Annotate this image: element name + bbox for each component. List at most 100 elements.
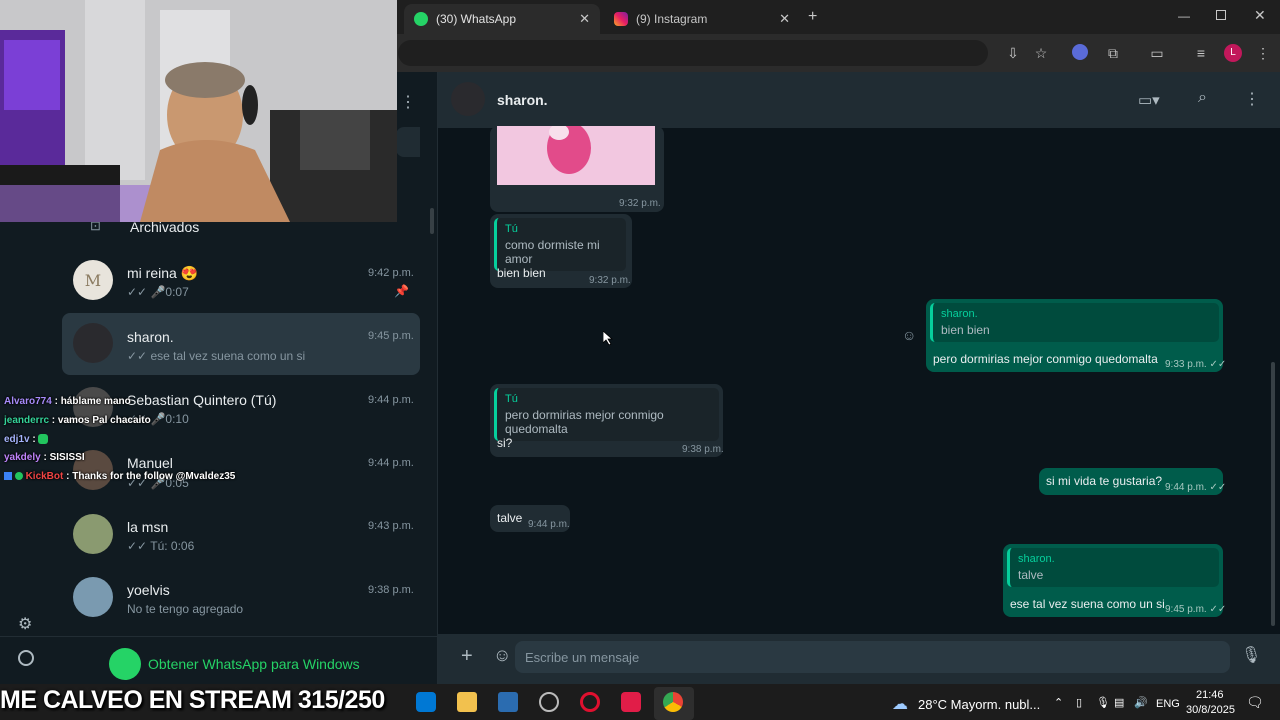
close-tab-icon[interactable]: ✕ bbox=[779, 11, 790, 27]
chat-name: yoelvis bbox=[127, 582, 170, 598]
scrollbar[interactable] bbox=[430, 208, 434, 234]
chat-time: 9:45 p.m. bbox=[368, 330, 414, 342]
new-tab-button[interactable]: + bbox=[808, 8, 817, 26]
maximize-icon[interactable] bbox=[1216, 10, 1226, 20]
chat-name: mi reina 😍 bbox=[127, 265, 199, 281]
weather-text[interactable]: 28°C Mayorm. nubl... bbox=[918, 697, 1040, 712]
extension-icon[interactable] bbox=[1072, 44, 1088, 60]
microphone-icon[interactable]: 🎙 bbox=[1241, 645, 1261, 665]
message-input[interactable]: Escribe un mensaje bbox=[515, 641, 1230, 673]
tiktok-icon[interactable] bbox=[621, 692, 641, 712]
message-text: bien bien bbox=[497, 266, 546, 280]
chat-time: 9:42 p.m. bbox=[368, 267, 414, 279]
video-call-icon[interactable]: ▭▾ bbox=[1138, 91, 1160, 109]
chat-name: sharon. bbox=[127, 329, 174, 345]
avatar bbox=[73, 323, 113, 363]
cast-icon[interactable]: ▭ bbox=[1148, 44, 1166, 62]
react-emoji-icon[interactable]: ☺ bbox=[902, 327, 916, 343]
tray-mic-icon[interactable]: 🎙 bbox=[1096, 696, 1110, 709]
clock-date[interactable]: 30/8/2025 bbox=[1186, 704, 1235, 716]
message-time: 9:33 p.m. ✓✓ bbox=[1165, 359, 1227, 370]
profile-avatar[interactable]: L bbox=[1224, 44, 1242, 62]
tray-overflow-icon[interactable]: ⌃ bbox=[1054, 696, 1063, 709]
quote-text: pero dormirias mejor conmigo quedomalta bbox=[505, 408, 664, 436]
install-app-icon[interactable]: ⇩ bbox=[1004, 44, 1022, 62]
search-icon[interactable]: ⌕ bbox=[1198, 89, 1207, 107]
avatar bbox=[73, 514, 113, 554]
get-app-link[interactable]: Obtener WhatsApp para Windows bbox=[148, 656, 360, 672]
store-icon[interactable] bbox=[498, 692, 518, 712]
quote-author: Tú bbox=[505, 393, 518, 405]
close-tab-icon[interactable]: ✕ bbox=[579, 11, 590, 27]
message-text: si mi vida te gustaria? bbox=[1046, 474, 1163, 488]
tab-label: (30) WhatsApp bbox=[436, 12, 517, 26]
stream-chat-line: edj1v : bbox=[4, 434, 49, 445]
webcam-overlay bbox=[0, 0, 397, 222]
quoted-message[interactable]: Tú pero dormirias mejor conmigo quedomal… bbox=[494, 388, 719, 441]
quote-author: sharon. bbox=[1018, 553, 1055, 565]
sidebar-menu-icon[interactable]: ⋮ bbox=[400, 92, 416, 112]
chat-menu-icon[interactable]: ⋮ bbox=[1244, 89, 1260, 109]
message-time: 9:32 p.m. bbox=[619, 198, 661, 209]
chat-preview: ✓✓ 🎤0:07 bbox=[127, 285, 189, 299]
chat-item-mi-reina[interactable] bbox=[62, 250, 420, 312]
notifications-icon[interactable]: 🗨 bbox=[1246, 694, 1264, 711]
browser-menu-icon[interactable]: ⋮ bbox=[1254, 44, 1272, 62]
chat-name: Sebastian Quintero (Tú) bbox=[127, 392, 277, 408]
svg-text:M: M bbox=[85, 271, 101, 290]
language-indicator[interactable]: ENG bbox=[1156, 698, 1180, 710]
stream-chat-line: yakdely : SISISSI bbox=[4, 452, 85, 463]
minimize-icon[interactable]: — bbox=[1178, 9, 1190, 23]
close-window-icon[interactable]: ✕ bbox=[1254, 7, 1266, 24]
quoted-message[interactable]: sharon. bien bien bbox=[930, 303, 1219, 342]
chat-preview: ✓✓ Tú: 0:06 bbox=[127, 539, 195, 553]
quote-author: sharon. bbox=[941, 308, 978, 320]
address-bar[interactable] bbox=[398, 40, 988, 66]
message-image[interactable] bbox=[497, 126, 655, 185]
chat-item-sharon[interactable] bbox=[62, 313, 420, 375]
whatsapp-logo-icon bbox=[109, 648, 141, 680]
tray-volume-icon[interactable]: 🔊 bbox=[1134, 696, 1148, 709]
contact-name[interactable]: sharon. bbox=[497, 92, 548, 108]
message-text: pero dormirias mejor conmigo quedomalta bbox=[933, 352, 1158, 366]
quoted-message[interactable]: Tú como dormiste mi amor bbox=[494, 218, 626, 271]
opera-icon[interactable] bbox=[580, 692, 600, 712]
clock-time[interactable]: 21:46 bbox=[1196, 689, 1224, 701]
contact-avatar[interactable] bbox=[451, 82, 485, 116]
app-icon[interactable] bbox=[539, 692, 559, 712]
extensions-puzzle-icon[interactable]: ⧉ bbox=[1104, 44, 1122, 62]
quote-text: como dormiste mi amor bbox=[505, 238, 600, 266]
quote-author: Tú bbox=[505, 223, 518, 235]
tab-whatsapp[interactable]: (30) WhatsApp ✕ bbox=[404, 4, 600, 34]
message-time: 9:45 p.m. ✓✓ bbox=[1165, 604, 1227, 615]
whatsapp-icon bbox=[414, 12, 428, 26]
bookmark-star-icon[interactable]: ☆ bbox=[1032, 44, 1050, 62]
attach-plus-icon[interactable]: + bbox=[461, 645, 473, 668]
chat-name: Manuel bbox=[127, 455, 173, 471]
chat-scrollbar[interactable] bbox=[1271, 362, 1275, 626]
chat-name: la msn bbox=[127, 519, 169, 535]
quote-text: bien bien bbox=[941, 323, 990, 337]
pin-icon: 📌 bbox=[394, 284, 409, 298]
tab-label: (9) Instagram bbox=[636, 12, 708, 26]
chat-time: 9:44 p.m. bbox=[368, 457, 414, 469]
file-explorer-icon[interactable] bbox=[457, 692, 477, 712]
quoted-message[interactable]: sharon. talve bbox=[1007, 548, 1219, 587]
media-controls-icon[interactable]: ≡ bbox=[1192, 44, 1210, 62]
message-text: ese tal vez suena como un si bbox=[1010, 597, 1165, 611]
chrome-icon bbox=[663, 692, 683, 712]
outlook-icon[interactable] bbox=[416, 692, 436, 712]
chat-time: 9:38 p.m. bbox=[368, 584, 414, 596]
emoji-icon[interactable]: ☺ bbox=[493, 645, 511, 666]
tab-instagram[interactable]: (9) Instagram ✕ bbox=[604, 4, 800, 34]
chat-time: 9:43 p.m. bbox=[368, 520, 414, 532]
message-text: talve bbox=[497, 511, 523, 525]
search-field-edge[interactable] bbox=[396, 127, 420, 157]
weather-icon[interactable]: ☁ bbox=[892, 694, 908, 714]
chat-time: 9:44 p.m. bbox=[368, 394, 414, 406]
settings-gear-icon[interactable]: ⚙ bbox=[18, 614, 32, 634]
chat-preview: No te tengo agregado bbox=[127, 602, 244, 616]
message-time: 9:32 p.m. bbox=[589, 275, 631, 286]
tray-device-icon[interactable]: ▯ bbox=[1076, 696, 1082, 709]
tray-network-icon[interactable]: ▤ bbox=[1114, 696, 1124, 709]
